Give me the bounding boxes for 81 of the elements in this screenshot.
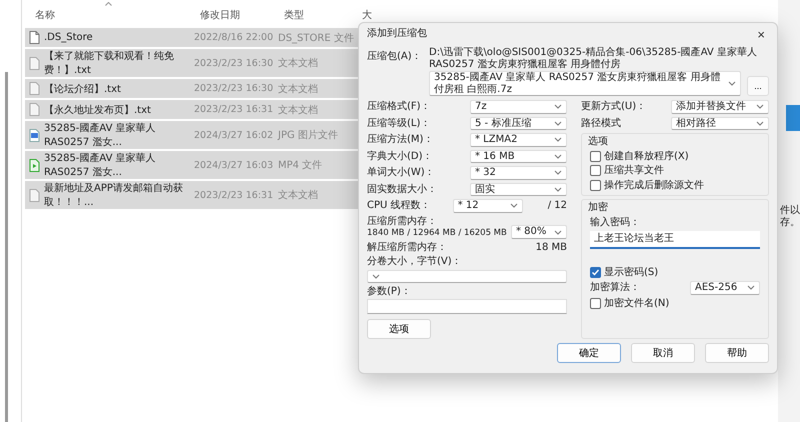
field-label: 解压缩所需内存： (367, 242, 447, 254)
field-label: 路径模式 (581, 118, 621, 129)
field-label: CPU 线程数： (367, 200, 431, 212)
memory-reading: 18 MB (536, 242, 567, 254)
field-label: 字典大小(D)： (367, 150, 433, 162)
field-label: 压缩所需内存： (367, 216, 438, 227)
dropdown[interactable]: * 16 MB (470, 150, 567, 163)
column-header[interactable]: 修改日期 (190, 8, 274, 22)
group-title: 加密 (588, 202, 609, 214)
dialog-button[interactable]: 取消 (631, 343, 695, 364)
field-label: 分卷大小，字节(V)： (367, 256, 462, 268)
thread-total: / 12 (546, 200, 567, 212)
dialog-title: 添加到压缩包 (367, 28, 427, 40)
field-label: 输入密码： (590, 216, 641, 228)
file-name: .DS_Store (44, 32, 93, 43)
file-row[interactable]: 【来了就能下载和观看！纯免费！】.txt 2023/2/23 16:30 文本文档 (25, 49, 360, 77)
file-type: DS_STORE 文件 (277, 32, 355, 44)
file-date: 2023/2/23 16:30 (193, 83, 274, 94)
dropdown[interactable]: 35285-國產AV 皇家華人 RAS0257 濫女房東狩獵租屋客 用身體付房租 白熙雨.7z (429, 71, 741, 96)
dropdown[interactable]: 固实 (470, 182, 567, 196)
dropdown[interactable]: 7z (470, 100, 567, 114)
dropdown[interactable]: * 80% (511, 225, 567, 239)
checkbox-label: 压缩共享文件 (604, 165, 664, 176)
field-label: 单词大小(W)： (367, 167, 435, 178)
checkbox-label: 显示密码(S) (604, 266, 658, 278)
close-button[interactable]: × (753, 26, 769, 42)
file-row[interactable]: 35285-國產AV 皇家華人 RAS0257 濫女... 2024/3/27 16:03 MP4 文件 (25, 151, 360, 179)
file-date: 2022/8/16 22:00 (193, 32, 274, 43)
file-type: 文本文档 (277, 82, 319, 96)
field-label: 更新方式(U)： (581, 101, 646, 112)
field-label: 压缩格式(F)： (367, 101, 431, 112)
file-type: 文本文档 (277, 56, 319, 70)
checkbox-label: 创建自释放程序(X) (604, 150, 689, 162)
file-date: 2024/3/27 16:02 (193, 130, 274, 140)
side-text: 件以 (780, 204, 800, 217)
file-date: 2023/2/23 16:31 (193, 190, 274, 200)
file-row[interactable]: 【论坛介绍】.txt 2023/2/23 16:30 文本文档 (25, 79, 360, 98)
file-date: 2023/2/23 16:31 (193, 104, 274, 115)
dropdown[interactable]: 5 - 标准压缩 (470, 116, 567, 130)
dialog-button[interactable]: 帮助 (705, 343, 769, 364)
memory-detail: 1840 MB / 12964 MB / 16205 MB (367, 229, 507, 239)
browse-button[interactable]: ... (747, 76, 769, 96)
dropdown[interactable]: 相对路径 (671, 116, 769, 130)
options-button[interactable]: 选项 (367, 319, 431, 340)
file-name: 【来了就能下载和观看！纯免费！】.txt (44, 50, 175, 77)
dropdown[interactable]: 添加并替换文件 (671, 100, 769, 114)
field-label: 压缩等级(L)： (367, 118, 430, 129)
file-row[interactable]: .DS_Store 2022/8/16 22:00 DS_STORE 文件 (25, 28, 360, 47)
file-name: 35285-國產AV 皇家華人 RAS0257 濫女... (44, 122, 157, 149)
field-label: 加密算法： (590, 282, 640, 294)
group-title: 选项 (588, 136, 609, 148)
dialog-button[interactable]: 确定 (557, 343, 621, 364)
field-label: 压缩方法(M)： (367, 134, 434, 146)
field-label: 压缩包(A)： (367, 50, 423, 62)
file-type: MP4 文件 (277, 158, 324, 172)
dropdown[interactable]: * LZMA2 (470, 133, 567, 146)
file-name: 【永久地址发布页】.txt (44, 104, 151, 116)
file-date: 2023/2/23 16:30 (193, 58, 274, 68)
file-name: 最新地址及APP请发邮箱自动获取！！！... (44, 182, 184, 209)
dropdown[interactable]: AES-256 (690, 281, 760, 294)
checkbox-label: 加密文件名(N) (604, 298, 670, 309)
password-field[interactable]: 上老王论坛当老王 (590, 231, 760, 248)
file-type: 文本文档 (277, 104, 319, 116)
field-label: 参数(P)： (367, 286, 411, 297)
file-type: 文本文档 (277, 188, 319, 202)
file-row[interactable]: 35285-國產AV 皇家華人 RAS0257 濫女... 2024/3/27 16:02 JPG 图片文件 (25, 121, 360, 149)
column-header[interactable]: 大 (360, 8, 372, 22)
column-header[interactable]: 名称 (25, 8, 190, 22)
column-header[interactable]: 类型 (274, 8, 360, 22)
archive-path: D:\迅雷下载\olo@SIS001@0325-精品合集-06\35285-國產AV 皇家華人 RAS0257 濫女房東狩獵租屋客 用身體付房 (429, 47, 758, 71)
file-name: 【论坛介绍】.txt (44, 82, 121, 96)
checkbox-label: 操作完成后删除源文件 (604, 180, 704, 191)
file-row[interactable]: 【永久地址发布页】.txt 2023/2/23 16:31 文本文档 (25, 100, 360, 119)
file-name: 35285-國產AV 皇家華人 RAS0257 濫女... (44, 152, 157, 179)
file-type: JPG 图片文件 (276, 128, 339, 142)
dropdown[interactable]: * 32 (470, 166, 567, 180)
file-row[interactable]: 最新地址及APP请发邮箱自动获取！！！... 2023/2/23 16:31 文本文档 (25, 181, 360, 209)
file-date: 2024/3/27 16:03 (193, 160, 274, 170)
side-text: 存。 (780, 216, 800, 229)
dropdown[interactable]: * 12 (452, 199, 523, 212)
field-label: 固实数据大小： (367, 184, 437, 195)
